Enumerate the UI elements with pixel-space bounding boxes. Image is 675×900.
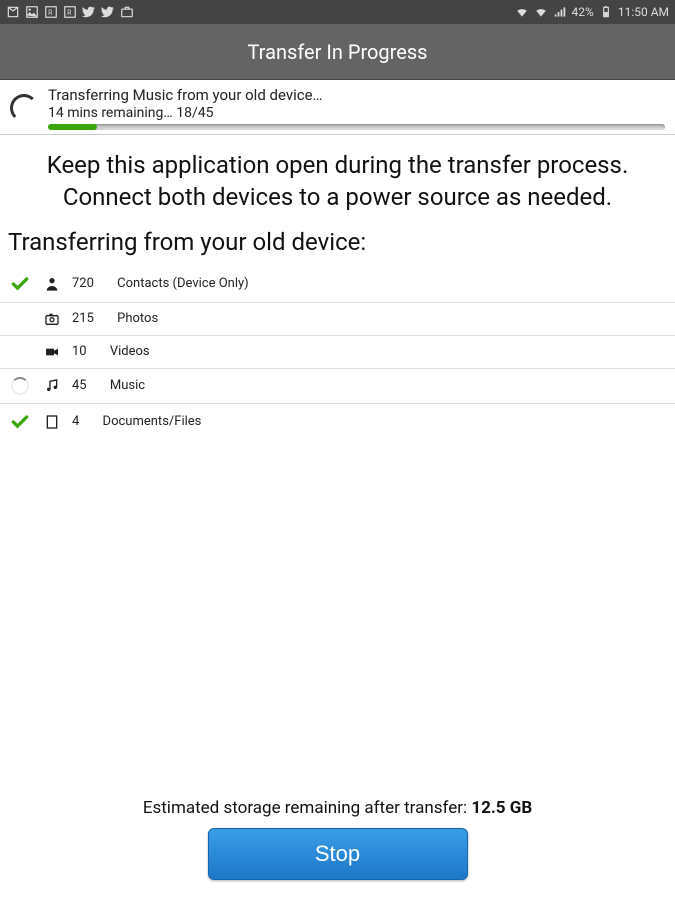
- camera-icon: [42, 311, 62, 327]
- section-title: Transferring from your old device:: [0, 222, 675, 266]
- progress-line2: 14 mins remaining… 18/45: [48, 105, 665, 121]
- item-photos: 215 Photos: [0, 303, 675, 336]
- item-label: Videos: [110, 344, 150, 359]
- item-contacts: 720 Contacts (Device Only): [0, 266, 675, 303]
- image-icon: [25, 5, 39, 19]
- spinner-small-icon: [8, 377, 32, 395]
- page-title: Transfer In Progress: [247, 40, 427, 64]
- briefcase-icon: [120, 5, 134, 19]
- battery-icon: [599, 5, 613, 19]
- person-icon: [42, 276, 62, 292]
- footer: Estimated storage remaining after transf…: [0, 788, 675, 900]
- item-count: 10: [72, 344, 87, 359]
- progress-bar: [48, 124, 665, 130]
- clock-text: 11:50 AM: [618, 5, 669, 19]
- checkmark-icon: [8, 274, 32, 294]
- android-statusbar: R R 42% 11:50 AM: [0, 0, 675, 24]
- item-count: 4: [72, 414, 79, 429]
- storage-prefix: Estimated storage remaining after transf…: [143, 798, 467, 818]
- wifi-icon: [515, 5, 529, 19]
- progress-section: Transferring Music from your old device……: [0, 80, 675, 130]
- app-r-icon-2: R: [63, 5, 77, 19]
- item-label: Contacts (Device Only): [117, 276, 249, 291]
- instructions-text: Keep this application open during the tr…: [0, 135, 675, 222]
- twitter-icon: [82, 5, 96, 19]
- storage-remaining: Estimated storage remaining after transf…: [0, 798, 675, 818]
- storage-value: 12.5 GB: [471, 798, 532, 818]
- item-label: Photos: [117, 311, 158, 326]
- item-label: Documents/Files: [103, 414, 202, 429]
- stop-button[interactable]: Stop: [208, 828, 468, 880]
- twitter-icon-2: [101, 5, 115, 19]
- titlebar: Transfer In Progress: [0, 24, 675, 80]
- item-documents: 4 Documents/Files: [0, 404, 675, 440]
- item-count: 45: [72, 378, 87, 393]
- progress-line1: Transferring Music from your old device…: [48, 86, 665, 104]
- item-count: 720: [72, 276, 94, 291]
- item-label: Music: [110, 378, 145, 393]
- svg-text:R: R: [48, 9, 53, 17]
- item-videos: 10 Videos: [0, 336, 675, 369]
- video-icon: [42, 344, 62, 360]
- checkmark-icon: [8, 412, 32, 432]
- mail-icon: [6, 5, 20, 19]
- music-icon: [42, 378, 62, 394]
- wifi-icon-2: [534, 5, 548, 19]
- spinner-icon: [10, 94, 38, 122]
- item-count: 215: [72, 311, 94, 326]
- item-music: 45 Music: [0, 369, 675, 404]
- signal-icon: [553, 5, 567, 19]
- app-r-icon: R: [44, 5, 58, 19]
- document-icon: [42, 414, 62, 430]
- transfer-items-list: 720 Contacts (Device Only) 215 Photos 10…: [0, 266, 675, 440]
- battery-text: 42%: [572, 5, 594, 19]
- svg-text:R: R: [67, 9, 72, 17]
